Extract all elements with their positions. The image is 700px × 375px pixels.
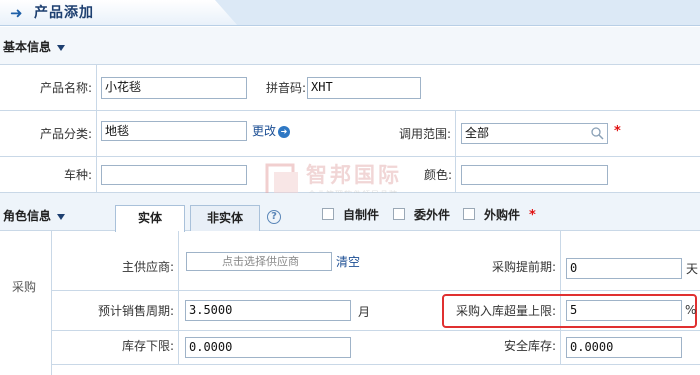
lead-time-unit: 天	[686, 262, 699, 276]
pinyin-input[interactable]: XHT	[307, 77, 421, 99]
row-stock: 库存下限: 0.0000 安全库存: 0.0000	[52, 331, 700, 365]
page-title: 产品添加	[34, 5, 94, 21]
purchase-group-label: 采购	[12, 280, 37, 294]
row-sales-cycle: 预计销售周期: 3.5000 月 采购入库超量上限: 5 %	[52, 291, 700, 331]
sales-cycle-unit: 月	[358, 305, 371, 319]
scope-select[interactable]: 全部	[461, 123, 608, 144]
chevron-down-icon[interactable]	[57, 44, 66, 51]
safety-stock-label: 安全库存:	[503, 339, 556, 353]
over-limit-input[interactable]: 5	[566, 300, 682, 321]
color-input[interactable]	[461, 165, 608, 185]
lead-time-label: 采购提前期:	[491, 260, 556, 274]
category-input[interactable]: 地毯	[101, 121, 247, 141]
supplier-input[interactable]: 点击选择供应商	[186, 252, 332, 271]
product-name-input[interactable]: 小花毯	[101, 77, 247, 99]
checkbox-self-made[interactable]	[322, 208, 334, 220]
change-category-link[interactable]: 更改 ➜	[252, 123, 291, 139]
row-supplier: 主供应商: 点击选择供应商 清空 采购提前期: 0 天	[52, 231, 700, 291]
required-mark: *	[529, 208, 536, 223]
role-info-label: 角色信息	[3, 209, 52, 223]
sales-cycle-input[interactable]: 3.5000	[185, 300, 351, 321]
pinyin-label: 拼音码:	[265, 81, 306, 95]
purchased-label: 外购件	[484, 208, 521, 222]
stock-min-input[interactable]: 0.0000	[185, 337, 351, 358]
product-name-label: 产品名称:	[39, 81, 92, 95]
stock-min-label: 库存下限:	[121, 339, 174, 353]
tab-entity[interactable]: 实体	[115, 205, 185, 232]
search-icon[interactable]	[590, 126, 604, 140]
row-product-name: 产品名称: 小花毯 拼音码: XHT	[0, 65, 700, 111]
car-input[interactable]	[101, 165, 247, 185]
basic-info-label: 基本信息	[3, 40, 52, 54]
arrow-right-icon: ➜	[10, 4, 23, 22]
circle-arrow-icon: ➜	[278, 125, 291, 138]
outsourced-label: 委外件	[414, 208, 451, 222]
sales-cycle-label: 预计销售周期:	[97, 304, 174, 318]
help-icon[interactable]: ?	[267, 210, 281, 224]
watermark-name: 智邦国际	[306, 163, 402, 187]
safety-stock-input[interactable]: 0.0000	[566, 337, 682, 358]
purchase-group: 采购	[0, 231, 52, 375]
car-label: 车种:	[63, 168, 92, 182]
chevron-down-icon[interactable]	[57, 213, 66, 220]
scope-value: 全部	[465, 126, 490, 140]
lead-time-input[interactable]: 0	[566, 258, 682, 279]
required-mark: *	[614, 124, 621, 139]
row-category: 产品分类: 地毯 更改 ➜ 调用范围: 全部 *	[0, 111, 700, 157]
checkbox-purchased[interactable]	[463, 208, 475, 220]
category-label: 产品分类:	[39, 127, 92, 141]
title-bar: ➜ 产品添加	[0, 0, 700, 26]
basic-info-header[interactable]: 基本信息	[0, 27, 700, 65]
supplier-label: 主供应商:	[121, 260, 174, 274]
tab-non-entity[interactable]: 非实体	[190, 205, 260, 231]
checkbox-outsourced[interactable]	[393, 208, 405, 220]
scope-label: 调用范围:	[398, 127, 451, 141]
clear-supplier-link[interactable]: 清空	[336, 254, 360, 270]
over-limit-unit: %	[685, 303, 697, 317]
over-limit-label: 采购入库超量上限:	[455, 304, 556, 318]
self-made-label: 自制件	[343, 208, 380, 222]
